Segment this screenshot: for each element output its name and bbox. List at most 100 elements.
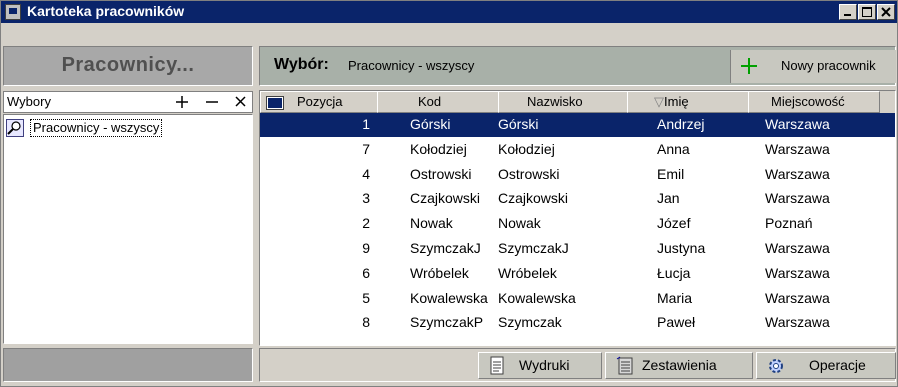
table-row[interactable]: 4 Ostrowski Ostrowski Emil Warszawa [260,163,895,187]
table-row[interactable]: 9 SzymczakJ SzymczakJ Justyna Warszawa [260,237,895,261]
app-icon [5,4,21,20]
search-icon [6,119,24,137]
table-cell: 5 [362,289,370,306]
table-cell: Kowalewska [498,289,576,306]
remove-selection-button[interactable] [202,93,222,111]
selections-tree: Pracownicy - wszyscy [3,114,253,344]
tree-item-label: Pracownicy - wszyscy [30,119,163,137]
table-cell: Emil [657,165,685,182]
sort-indicator-icon: ▽ [654,94,664,109]
bottom-toolbar: Wydruki Zestawienia Operacje [259,348,896,382]
selection-header: Wybór: Pracownicy - wszyscy Nowy pracown… [259,46,896,86]
minimize-button[interactable] [839,4,857,20]
table-cell: 4 [362,165,370,182]
table-cell: Jan [657,190,680,207]
table-row[interactable]: 1 Górski Górski Andrzej Warszawa [260,113,895,137]
close-icon [881,7,891,17]
table-cell: SzymczakJ [410,240,481,256]
pracownicy-header: Pracownicy... [3,46,253,86]
zestawienia-label: Zestawienia [642,357,717,373]
table-cell: Czajkowski [498,190,569,207]
table-row[interactable]: 6 Wróbelek Wróbelek Łucja Warszawa [260,262,895,286]
table-header: Pozycja Kod Nazwisko ▽Imię Miejscowość [260,91,895,113]
table-cell: Warszawa [765,190,830,207]
table-cell: 3 [362,190,370,207]
wybory-toolbar: Wybory [3,91,253,113]
wybory-label: Wybory [7,94,51,109]
table-cell: Kowalewska [410,289,488,306]
table-row[interactable]: 5 Kowalewska Kowalewska Maria Warszawa [260,287,895,311]
pracownicy-title: Pracownicy... [61,54,195,76]
table-cell: 7 [362,140,370,157]
operacje-button[interactable]: Operacje [756,352,896,379]
table-cell: Szymczak [498,314,562,331]
employees-table: Pozycja Kod Nazwisko ▽Imię Miejscowość 1… [259,90,896,346]
close-button[interactable] [877,4,895,20]
table-cell: Warszawa [765,165,830,182]
table-cell: Ostrowski [498,165,560,182]
table-cell: SzymczakJ [498,240,569,256]
table-cell: SzymczakP [410,314,484,331]
table-cell: Maria [657,289,693,306]
row-selector-icon [266,96,284,110]
table-cell: Anna [657,140,690,157]
table-cell: Paweł [657,314,696,331]
x-icon [234,96,246,107]
table-row[interactable]: 7 Kołodziej Kołodziej Anna Warszawa [260,138,895,162]
table-cell: Wróbelek [410,264,469,281]
column-header-kod[interactable]: Kod [377,91,499,113]
table-row[interactable]: 2 Nowak Nowak Józef Poznań [260,212,895,236]
table-cell: 8 [362,314,370,331]
table-cell: Warszawa [765,314,830,331]
operacje-label: Operacje [809,357,866,373]
table-cell: Andrzej [657,116,705,132]
window-title: Kartoteka pracowników [27,3,185,19]
left-footer [3,348,253,382]
table-cell: Warszawa [765,289,830,306]
table-cell: 2 [362,215,370,232]
table-cell: 9 [362,240,370,256]
table-cell: Nowak [498,215,541,232]
wybor-label: Wybór: [274,56,329,73]
table-row[interactable]: 3 Czajkowski Czajkowski Jan Warszawa [260,187,895,211]
column-header-miejscowosc[interactable]: Miejscowość [748,91,880,113]
table-cell: Wróbelek [498,264,557,281]
table-cell: Justyna [657,240,706,256]
table-row[interactable]: 8 SzymczakP Szymczak Paweł Warszawa [260,311,895,335]
minus-icon [206,101,218,103]
table-cell: Poznań [765,215,813,232]
main-window: Kartoteka pracowników Pracownicy... Wybo… [0,0,898,387]
table-cell: Górski [410,116,451,132]
add-icon [741,58,757,74]
table-cell: Warszawa [765,240,830,256]
new-employee-button[interactable]: Nowy pracownik [730,50,896,83]
add-selection-button[interactable] [172,93,192,111]
gear-icon [769,359,783,373]
report-icon [616,356,633,375]
table-cell: 1 [362,116,370,132]
close-selection-button[interactable] [230,93,250,111]
table-cell: Warszawa [765,116,830,132]
wybor-value: Pracownicy - wszyscy [348,58,475,73]
table-cell: Czajkowski [410,190,481,207]
table-cell: Kołodziej [410,140,467,157]
maximize-button[interactable] [858,4,876,20]
wydruki-button[interactable]: Wydruki [478,352,602,379]
column-header-nazwisko[interactable]: Nazwisko [498,91,628,113]
table-cell: 6 [362,264,370,281]
table-cell: Warszawa [765,264,830,281]
table-cell: Nowak [410,215,453,232]
zestawienia-button[interactable]: Zestawienia [605,352,753,379]
title-bar[interactable]: Kartoteka pracowników [1,1,897,23]
table-cell: Ostrowski [410,165,472,182]
wydruki-label: Wydruki [519,357,570,373]
table-cell: Warszawa [765,140,830,157]
column-header-imie[interactable]: ▽Imię [627,91,749,113]
table-cell: Józef [657,215,691,232]
table-cell: Kołodziej [498,140,555,157]
plus-icon [176,96,188,108]
table-cell: Łucja [657,264,691,281]
new-employee-label: Nowy pracownik [781,58,876,73]
table-cell: Górski [498,116,539,132]
column-header-pozycja[interactable]: Pozycja [260,91,378,113]
